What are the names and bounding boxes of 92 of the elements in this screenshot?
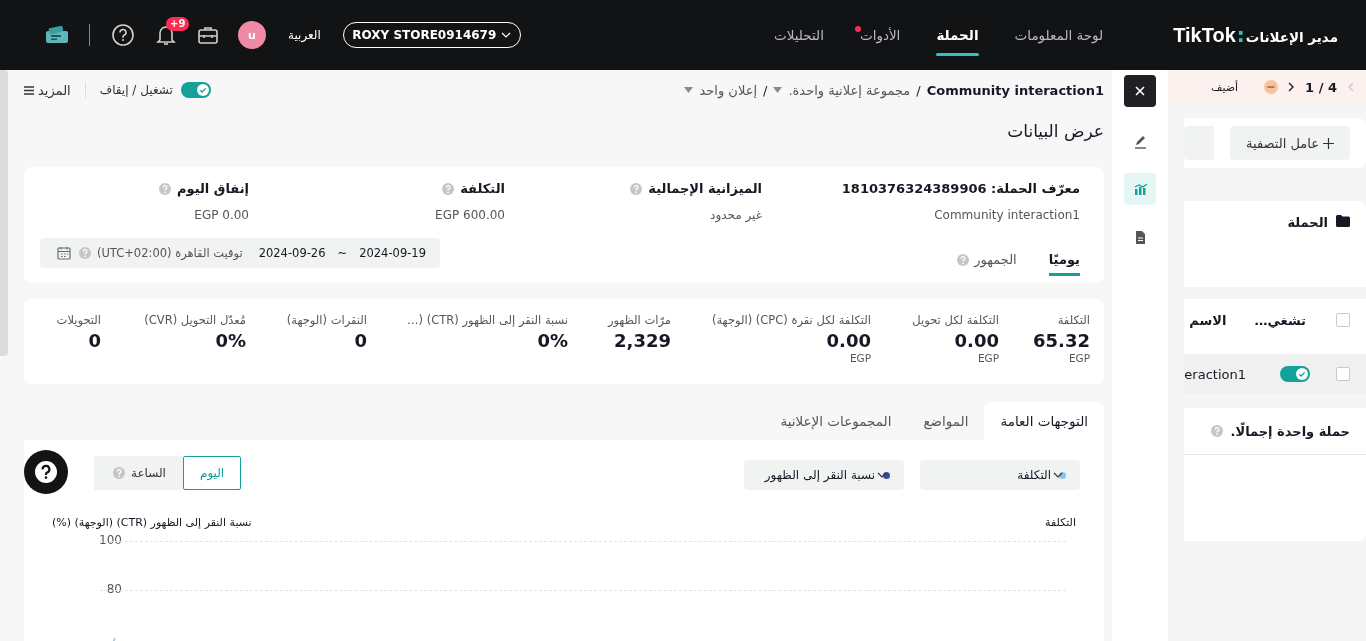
range-separator: ~ <box>337 246 348 260</box>
folder-icon <box>1336 215 1350 227</box>
field-value: EGP 600.00 <box>435 208 505 222</box>
metric-value: 0% <box>537 330 568 351</box>
metric-label: النقرات (الوجهة) <box>286 313 367 327</box>
field-value: EGP 0.00 <box>194 208 249 222</box>
close-button[interactable] <box>1124 75 1156 107</box>
metric-value: 0 <box>88 330 101 351</box>
nav-tab[interactable]: لوحة المعلومات <box>1014 0 1104 70</box>
nav-tab[interactable]: الحملة <box>936 0 979 70</box>
pencil-icon <box>1132 133 1148 149</box>
breadcrumb-link[interactable]: إعلان واحد <box>699 82 757 98</box>
breadcrumb-separator: / <box>763 82 768 98</box>
nav-tab[interactable]: الأدوات <box>859 0 901 70</box>
briefcase-icon[interactable] <box>198 26 218 44</box>
field-label: الميزانية الإجمالية <box>648 181 762 196</box>
view-tab[interactable]: يوميًا <box>1048 252 1080 276</box>
menu-icon <box>24 85 34 95</box>
nav-tab[interactable]: التحليلات <box>773 0 824 70</box>
chevron-down-icon <box>1053 472 1063 478</box>
axis-title: التكلفة <box>1045 516 1076 529</box>
help-icon <box>35 461 57 483</box>
campaign-name: eraction1 <box>1184 366 1246 382</box>
metric-value: 0.00 <box>954 330 999 351</box>
panel-title: عرض البيانات <box>1006 120 1104 143</box>
summary-text: حملة واحدة إجمالًا. <box>1230 423 1350 439</box>
check-icon <box>1296 368 1308 380</box>
help-icon <box>1210 425 1223 437</box>
plus-icon <box>1323 137 1334 149</box>
language-link[interactable]: العربية <box>288 28 321 42</box>
chevron-down-icon <box>877 472 887 478</box>
start-date: 2024-09-19 <box>359 246 426 260</box>
axis-tick-label: 80 <box>105 582 122 596</box>
column-header: تشغي… <box>1254 312 1306 328</box>
add-label: أضيف <box>1211 80 1239 94</box>
bar-chart-icon <box>1132 181 1148 197</box>
breadcrumb-separator: / <box>916 82 921 98</box>
metric-value: 0.00 <box>826 330 871 351</box>
timezone-label: توقيت القاهرة (UTC+02:00) <box>96 246 243 260</box>
chevron-right-icon[interactable] <box>1288 82 1296 92</box>
ticket-icon[interactable] <box>45 26 69 44</box>
metric-unit: EGP <box>1068 352 1090 364</box>
axis-title: نسبة النقر إلى الظهور (CTR) (الوجهة) (%) <box>52 516 252 529</box>
breadcrumb-current: Community interaction1 <box>926 82 1104 98</box>
field-value: Community interaction1 <box>934 208 1080 222</box>
metric-label: التحويلات <box>56 313 101 327</box>
granularity-button[interactable]: الساعة <box>94 456 183 490</box>
view-tab[interactable]: الجمهور <box>955 252 1017 276</box>
metric-label: مُعدّل التحويل (CVR) <box>144 313 246 327</box>
checkbox[interactable] <box>1336 367 1350 381</box>
field-label: معرّف الحملة: 1810376324389906 <box>841 181 1080 196</box>
metric-label: التكلفة لكل نقرة (CPC) (الوجهة) <box>711 313 871 327</box>
axis-tick-label: 100 <box>98 533 122 547</box>
detail-tab[interactable]: المجموعات الإعلانية <box>764 402 908 440</box>
metric-unit: EGP <box>977 352 999 364</box>
help-icon[interactable] <box>112 24 134 46</box>
metric-value: 0% <box>215 330 246 351</box>
metric-label: نسبة النقر إلى الظهور (CTR) (… <box>407 313 568 327</box>
list-title: الحملة <box>1287 215 1328 230</box>
check-icon <box>196 84 209 96</box>
detail-tab[interactable]: التوجهات العامة <box>984 402 1104 440</box>
minus-circle-icon <box>1264 80 1279 94</box>
chevron-down-icon <box>501 32 512 38</box>
more-button[interactable]: المزيد <box>24 82 71 98</box>
field-label: إنفاق اليوم <box>176 181 249 196</box>
help-button[interactable] <box>24 450 68 494</box>
close-icon <box>1135 86 1145 96</box>
end-date: 2024-09-26 <box>258 246 326 260</box>
help-icon <box>78 247 91 259</box>
metric-value: 65.32 <box>1033 330 1090 351</box>
metric-label: التكلفة لكل تحويل <box>912 313 999 327</box>
metric-unit: EGP <box>849 352 871 364</box>
detail-tab[interactable]: المواضع <box>907 402 985 440</box>
filter-button[interactable]: عامل التصفية <box>1230 126 1350 160</box>
field-label: التكلفة <box>460 181 505 196</box>
metric-value: 0 <box>354 330 367 351</box>
metric-label: التكلفة <box>1057 313 1090 327</box>
calendar-icon[interactable] <box>56 246 71 260</box>
scrollbar[interactable] <box>0 70 8 356</box>
page-indicator: 1 / 4 <box>1305 79 1337 95</box>
column-header: الاسم <box>1189 312 1227 328</box>
metric-select[interactable]: التكلفة <box>920 460 1080 490</box>
field-value: غير محدود <box>710 208 762 222</box>
checkbox[interactable] <box>1336 313 1350 327</box>
toggle-switch[interactable] <box>180 82 211 98</box>
metric-select[interactable]: نسبة النقر إلى الظهور <box>744 460 904 490</box>
breadcrumb-link[interactable]: مجموعة إعلانية واحدة. <box>788 82 911 98</box>
metric-label: مرّات الظهور <box>607 313 671 327</box>
metric-value: 2,329 <box>614 330 671 351</box>
toggle-switch[interactable] <box>1280 366 1310 382</box>
toggle-label: تشغيل / إيقاف <box>99 83 173 97</box>
notification-badge: +9 <box>166 17 190 31</box>
